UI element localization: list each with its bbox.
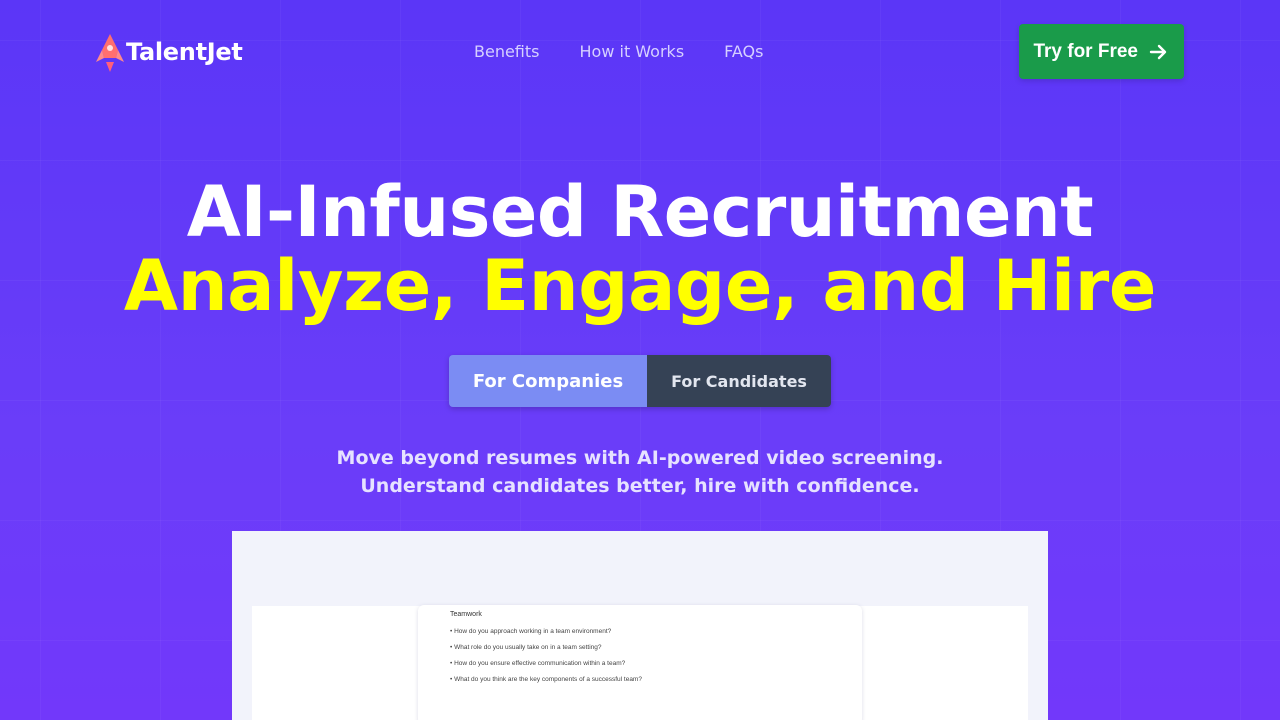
for-candidates-tab[interactable]: For Candidates xyxy=(647,355,831,407)
question-item: • What do you think are the key componen… xyxy=(450,676,642,683)
question-item: • How do you approach working in a team … xyxy=(450,628,612,635)
description-line-1: Move beyond resumes with AI-powered vide… xyxy=(336,447,944,469)
try-for-free-button[interactable]: Try for Free xyxy=(1019,24,1184,79)
question-item: • What role do you usually take on in a … xyxy=(450,644,602,651)
logo-text: TalentJet xyxy=(126,37,243,66)
nav-faqs[interactable]: FAQs xyxy=(724,42,763,61)
audience-toggle: For Companies For Candidates xyxy=(449,355,831,407)
try-for-free-label: Try for Free xyxy=(1033,40,1138,62)
arrow-right-icon xyxy=(1149,44,1167,59)
logo-link[interactable]: TalentJet xyxy=(96,32,243,72)
question-item: • How do you ensure effective communicat… xyxy=(450,660,626,667)
description-line-2: Understand candidates better, hire with … xyxy=(360,475,920,497)
hero-headline: AI-Infused Recruitment xyxy=(186,171,1094,253)
main-nav: Benefits How it Works FAQs xyxy=(474,24,763,79)
site-header: TalentJet Benefits How it Works FAQs Try… xyxy=(96,24,1184,79)
question-card: Teamwork • How do you approach working i… xyxy=(418,605,862,720)
product-preview: Teamwork • How do you approach working i… xyxy=(232,531,1048,720)
nav-how-it-works[interactable]: How it Works xyxy=(580,42,685,61)
rocket-icon xyxy=(96,33,124,72)
question-card-title: Teamwork xyxy=(450,611,482,618)
hero-subheadline: Analyze, Engage, and Hire xyxy=(123,245,1157,327)
for-companies-tab[interactable]: For Companies xyxy=(449,355,647,407)
nav-benefits[interactable]: Benefits xyxy=(474,42,540,61)
hero-description: Move beyond resumes with AI-powered vide… xyxy=(0,444,1280,500)
